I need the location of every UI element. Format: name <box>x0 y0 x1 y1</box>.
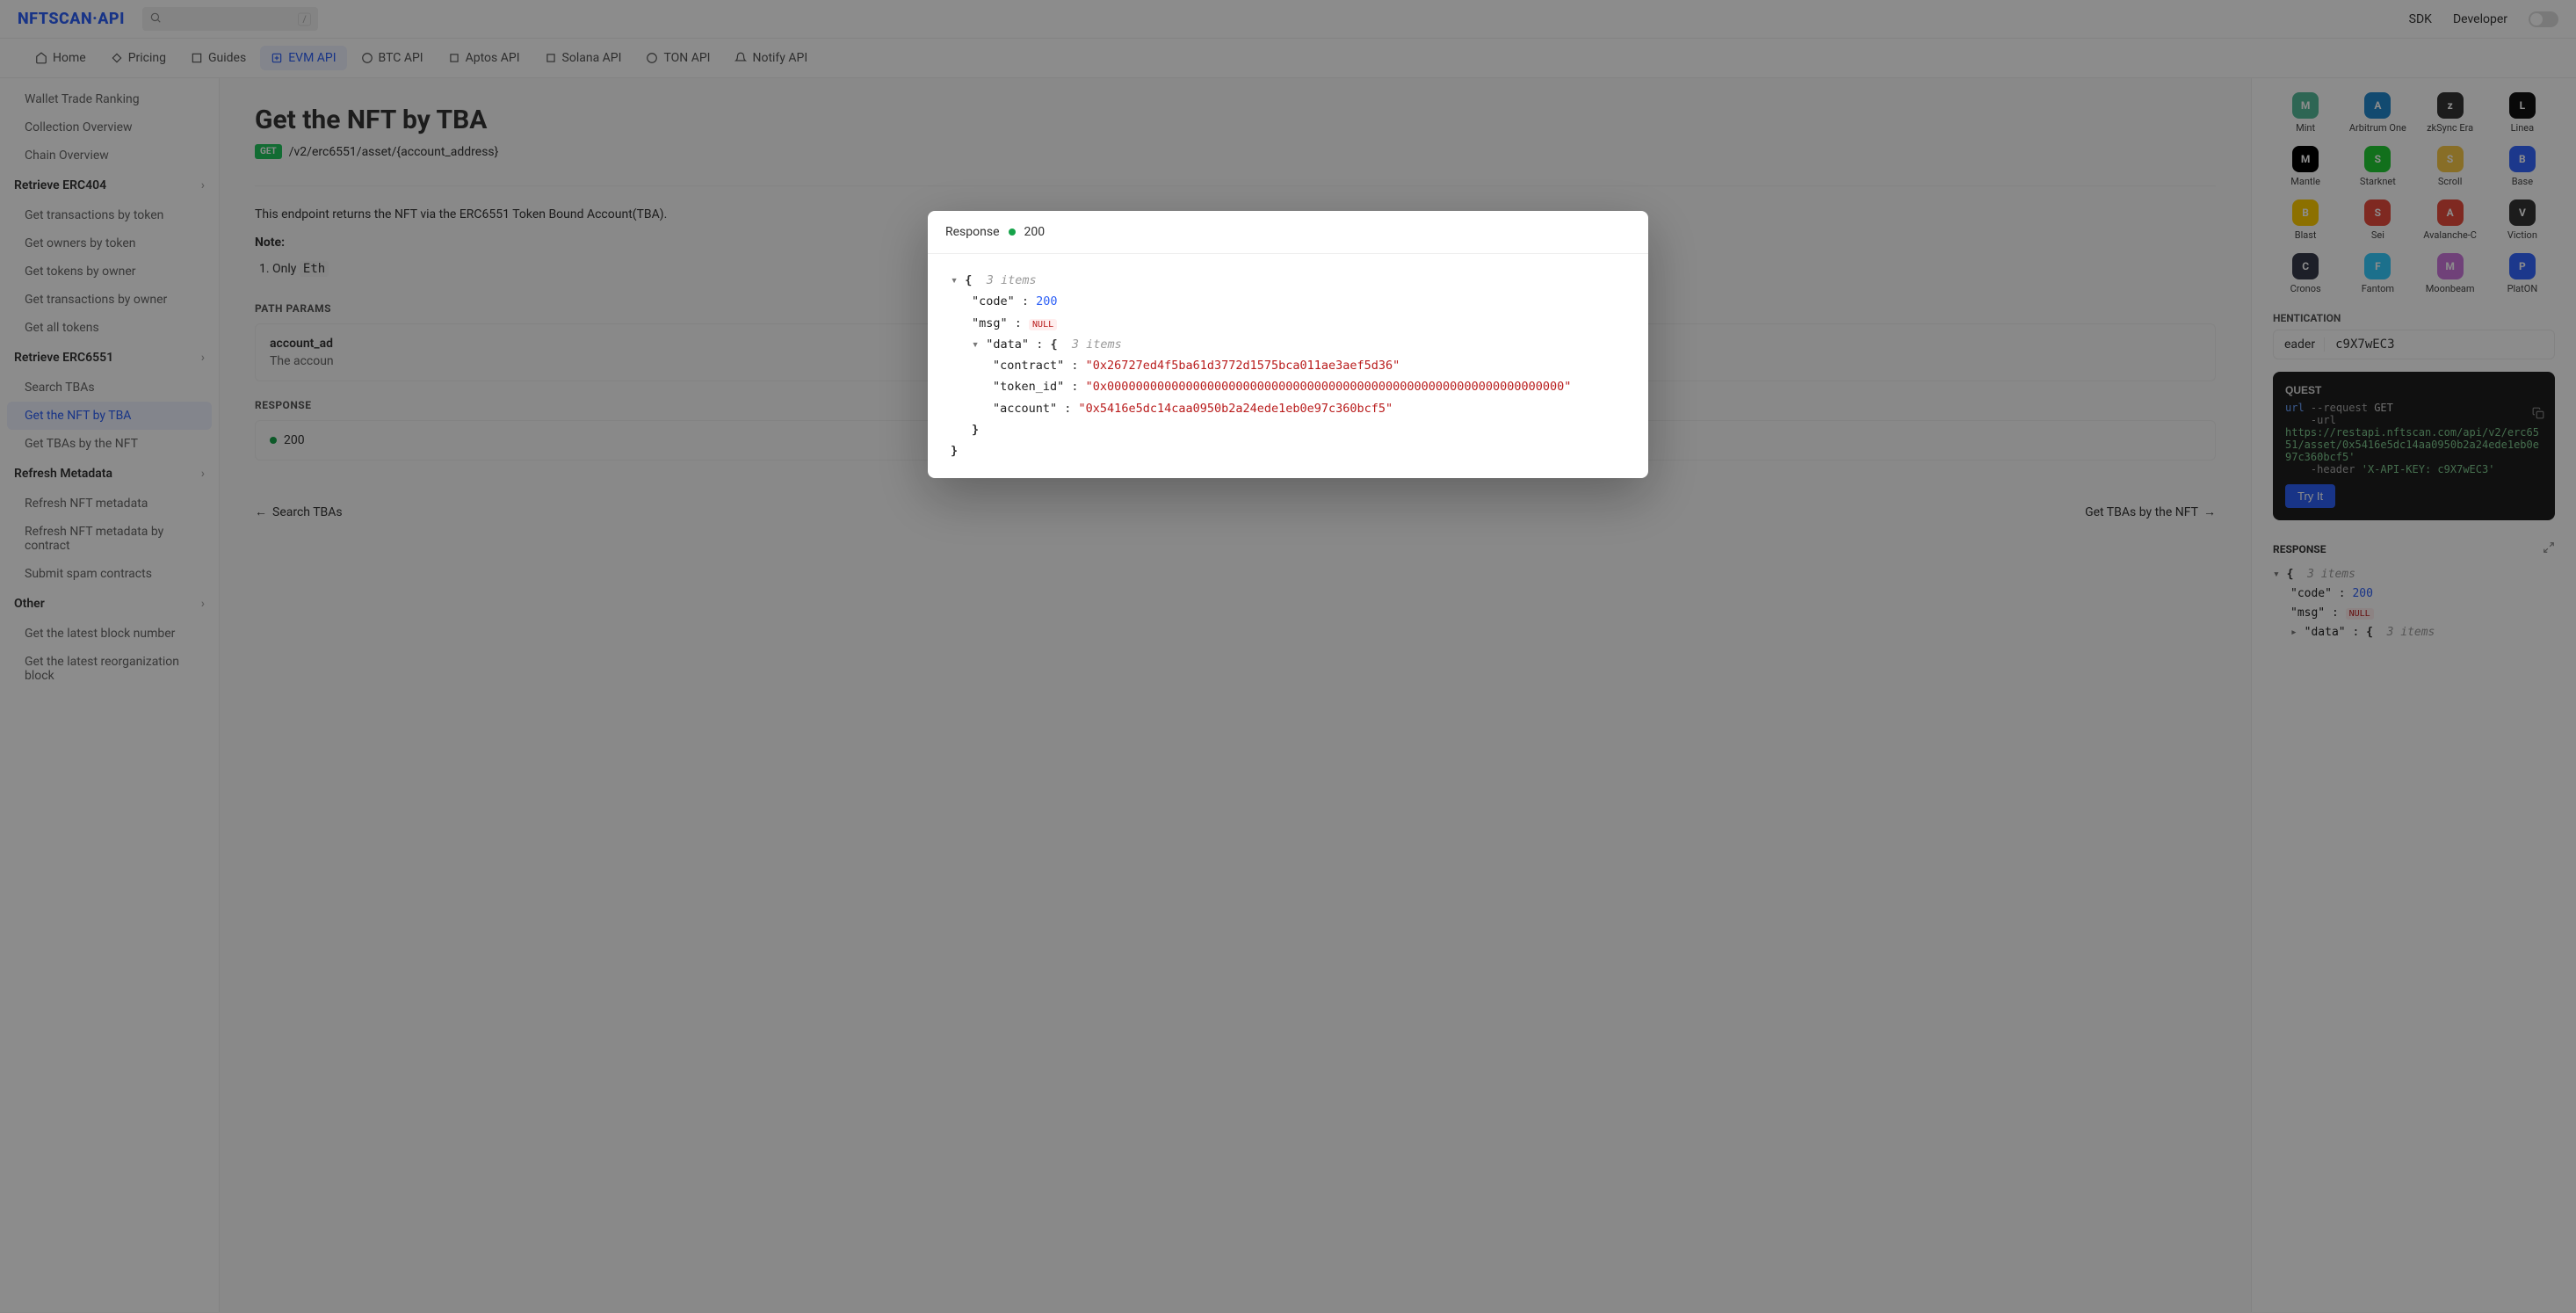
modal-overlay[interactable]: Response 200 ▾ { 3 items "code" : 200 "m… <box>0 0 2576 1313</box>
status-dot-icon <box>1009 229 1016 236</box>
caret-down-icon[interactable]: ▾ <box>972 337 979 352</box>
modal-json-tree[interactable]: ▾ { 3 items "code" : 200 "msg" : NULL ▾ … <box>928 254 1648 478</box>
response-modal: Response 200 ▾ { 3 items "code" : 200 "m… <box>928 211 1648 478</box>
caret-down-icon[interactable]: ▾ <box>951 273 958 287</box>
modal-status: 200 <box>1024 225 1046 239</box>
modal-label: Response <box>945 225 1000 239</box>
